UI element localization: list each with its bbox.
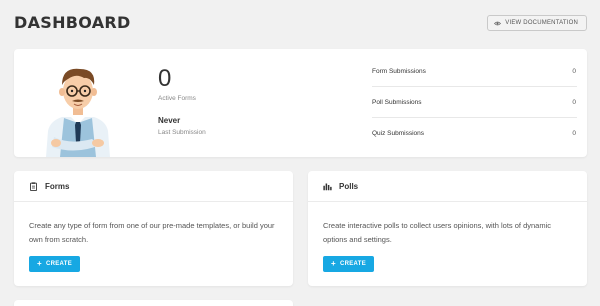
- submission-row-quizzes: Quiz Submissions 0: [372, 118, 577, 149]
- summary-card: 0 Active Forms Never Last Submission For…: [14, 49, 587, 157]
- polls-module-header: Polls: [308, 171, 587, 202]
- submission-label: Form Submissions: [372, 67, 426, 75]
- submissions-list: Form Submissions 0 Poll Submissions 0 Qu…: [372, 56, 577, 149]
- polls-module-card: Polls Create interactive polls to collec…: [308, 171, 587, 286]
- polls-module-title: Polls: [339, 181, 359, 191]
- bar-chart-icon: [323, 183, 332, 190]
- last-submission-value: Never: [158, 116, 181, 125]
- submission-row-forms: Form Submissions 0: [372, 56, 577, 87]
- forms-module-description: Create any type of form from one of our …: [29, 221, 275, 244]
- mascot-avatar: [46, 68, 110, 157]
- submission-label: Poll Submissions: [372, 98, 422, 106]
- next-module-card-partial: [14, 300, 293, 306]
- create-poll-button[interactable]: + CREATE: [323, 256, 375, 272]
- submission-label: Quiz Submissions: [372, 130, 425, 137]
- create-form-button[interactable]: + CREATE: [29, 256, 81, 272]
- page-header: DASHBOARD VIEW DOCUMENTATION: [14, 13, 587, 35]
- view-documentation-label: VIEW DOCUMENTATION: [505, 20, 578, 26]
- submission-count: 0: [572, 130, 576, 137]
- create-poll-label: CREATE: [339, 261, 367, 267]
- clipboard-icon: [30, 181, 37, 191]
- forms-module-header: Forms: [14, 171, 293, 202]
- eye-icon: [494, 21, 502, 25]
- active-forms-count: 0: [158, 65, 172, 92]
- last-submission-label: Last Submission: [158, 129, 206, 136]
- create-form-label: CREATE: [45, 261, 73, 267]
- summary-stats: 0 Active Forms Never Last Submission: [158, 65, 206, 137]
- plus-icon: +: [37, 259, 42, 268]
- active-forms-label: Active Forms: [158, 95, 196, 102]
- page-title: DASHBOARD: [14, 13, 131, 32]
- submission-row-polls: Poll Submissions 0: [372, 87, 577, 118]
- submission-count: 0: [572, 67, 576, 75]
- forms-module-card: Forms Create any type of form from one o…: [14, 171, 293, 286]
- submission-count: 0: [572, 98, 576, 106]
- polls-module-description: Create interactive polls to collect user…: [323, 221, 552, 244]
- forms-module-title: Forms: [45, 181, 70, 191]
- plus-icon: +: [331, 259, 336, 268]
- view-documentation-button[interactable]: VIEW DOCUMENTATION: [487, 15, 587, 31]
